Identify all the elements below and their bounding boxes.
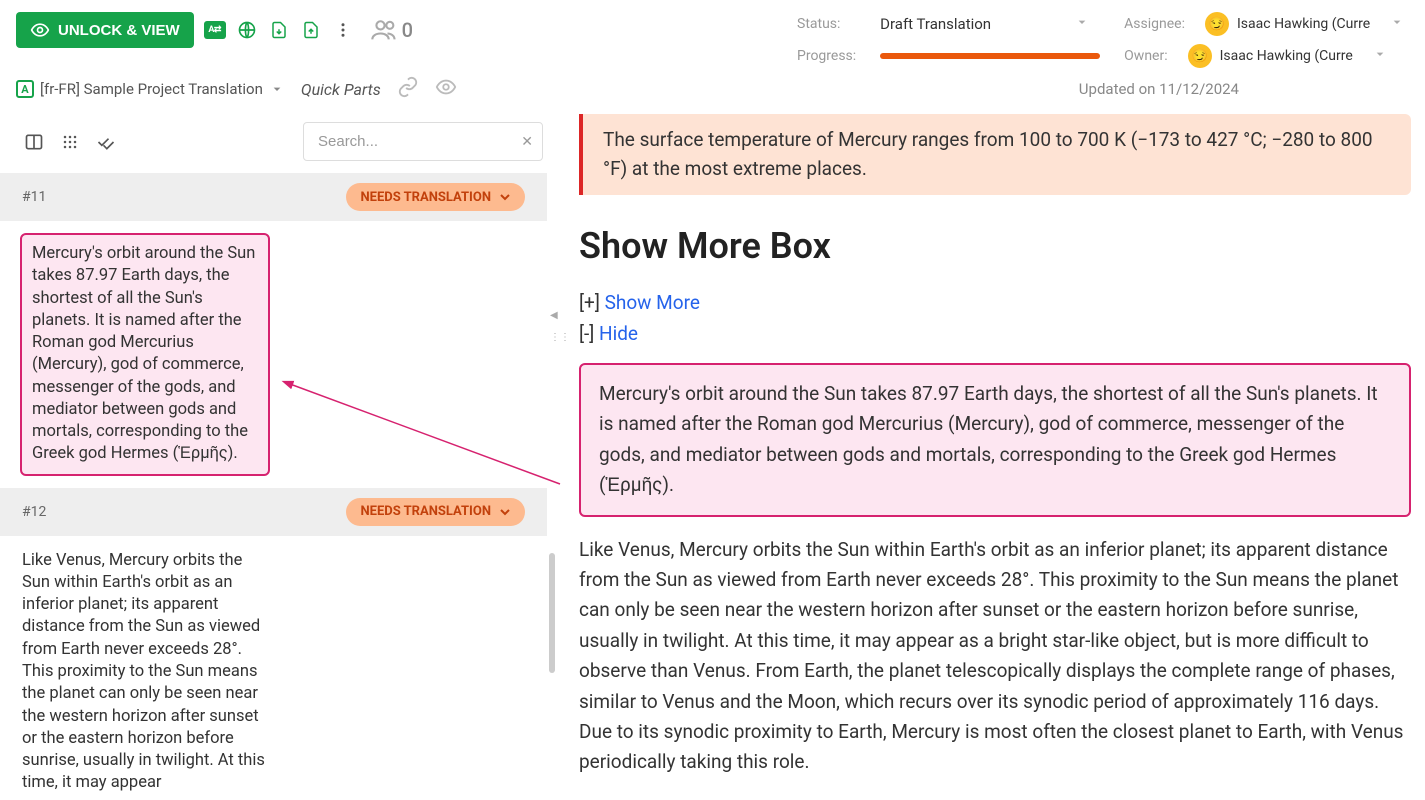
language-icon: A	[16, 80, 34, 98]
chevron-down-icon	[1389, 14, 1405, 34]
status-label: Status:	[797, 16, 856, 32]
search-input[interactable]	[303, 122, 543, 161]
layout-columns-icon[interactable]	[24, 132, 44, 152]
check-all-icon[interactable]	[96, 132, 116, 152]
translation-status-badge[interactable]: NEEDS TRANSLATION	[346, 498, 525, 526]
translate-badge-icon[interactable]: A⇄	[204, 21, 226, 39]
segment-id: #12	[22, 504, 46, 520]
document-language-selector[interactable]: A [fr-FR] Sample Project Translation	[16, 80, 285, 98]
owner-label: Owner:	[1124, 48, 1167, 64]
preview-paragraph-highlighted[interactable]: Mercury's orbit around the Sun takes 87.…	[579, 363, 1411, 517]
status-value: Draft Translation	[880, 15, 991, 33]
file-download-icon[interactable]	[268, 19, 290, 41]
show-more-prefix: [+]	[579, 291, 605, 314]
translation-status-badge[interactable]: NEEDS TRANSLATION	[346, 183, 525, 211]
more-vertical-icon[interactable]	[332, 21, 354, 39]
chevron-down-icon	[1372, 46, 1388, 66]
progress-bar	[880, 53, 1100, 59]
segment-source-text[interactable]: Mercury's orbit around the Sun takes 87.…	[20, 233, 270, 476]
globe-icon[interactable]	[236, 19, 258, 41]
eye-icon	[30, 20, 50, 40]
chevron-down-icon	[1074, 14, 1090, 34]
preview-paragraph: Like Venus, Mercury orbits the Sun withi…	[579, 535, 1411, 778]
unlock-label: UNLOCK & VIEW	[58, 22, 180, 39]
info-callout: The surface temperature of Mercury range…	[579, 114, 1411, 195]
hide-prefix: [-]	[579, 322, 599, 345]
collaborators-indicator[interactable]: 0	[370, 16, 413, 44]
badge-label: NEEDS TRANSLATION	[360, 504, 491, 519]
badge-label: NEEDS TRANSLATION	[360, 190, 491, 205]
updated-timestamp: Updated on 11/12/2024	[1079, 80, 1239, 98]
owner-name: Isaac Hawking (Curre	[1220, 48, 1353, 64]
link-icon[interactable]	[397, 76, 419, 102]
chevron-down-icon	[269, 81, 285, 97]
file-export-icon[interactable]	[300, 19, 322, 41]
clear-search-icon[interactable]: ✕	[521, 134, 533, 150]
owner-select[interactable]: 😏 Isaac Hawking (Curre	[1188, 44, 1388, 68]
status-select[interactable]: Draft Translation	[880, 14, 1090, 34]
document-title: [fr-FR] Sample Project Translation	[40, 80, 263, 98]
chevron-down-icon	[497, 504, 513, 520]
avatar: 😏	[1205, 12, 1229, 36]
segment-source-text[interactable]: Like Venus, Mercury orbits the Sun withi…	[22, 550, 272, 795]
section-heading: Show More Box	[579, 225, 1411, 267]
hide-link[interactable]: Hide	[599, 322, 638, 345]
segment-id: #11	[22, 189, 46, 205]
show-more-link[interactable]: Show More	[605, 291, 700, 314]
grid-icon[interactable]	[60, 132, 80, 152]
quick-parts-button[interactable]: Quick Parts	[301, 80, 381, 99]
progress-label: Progress:	[797, 48, 856, 64]
preview-icon[interactable]	[435, 76, 457, 102]
assignee-select[interactable]: 😏 Isaac Hawking (Curre	[1205, 12, 1405, 36]
collaborator-count: 0	[402, 18, 413, 42]
avatar: 😏	[1188, 44, 1212, 68]
unlock-view-button[interactable]: UNLOCK & VIEW	[16, 12, 194, 48]
chevron-down-icon	[497, 189, 513, 205]
assignee-name: Isaac Hawking (Curre	[1237, 16, 1370, 32]
assignee-label: Assignee:	[1124, 16, 1185, 32]
users-icon	[370, 16, 398, 44]
